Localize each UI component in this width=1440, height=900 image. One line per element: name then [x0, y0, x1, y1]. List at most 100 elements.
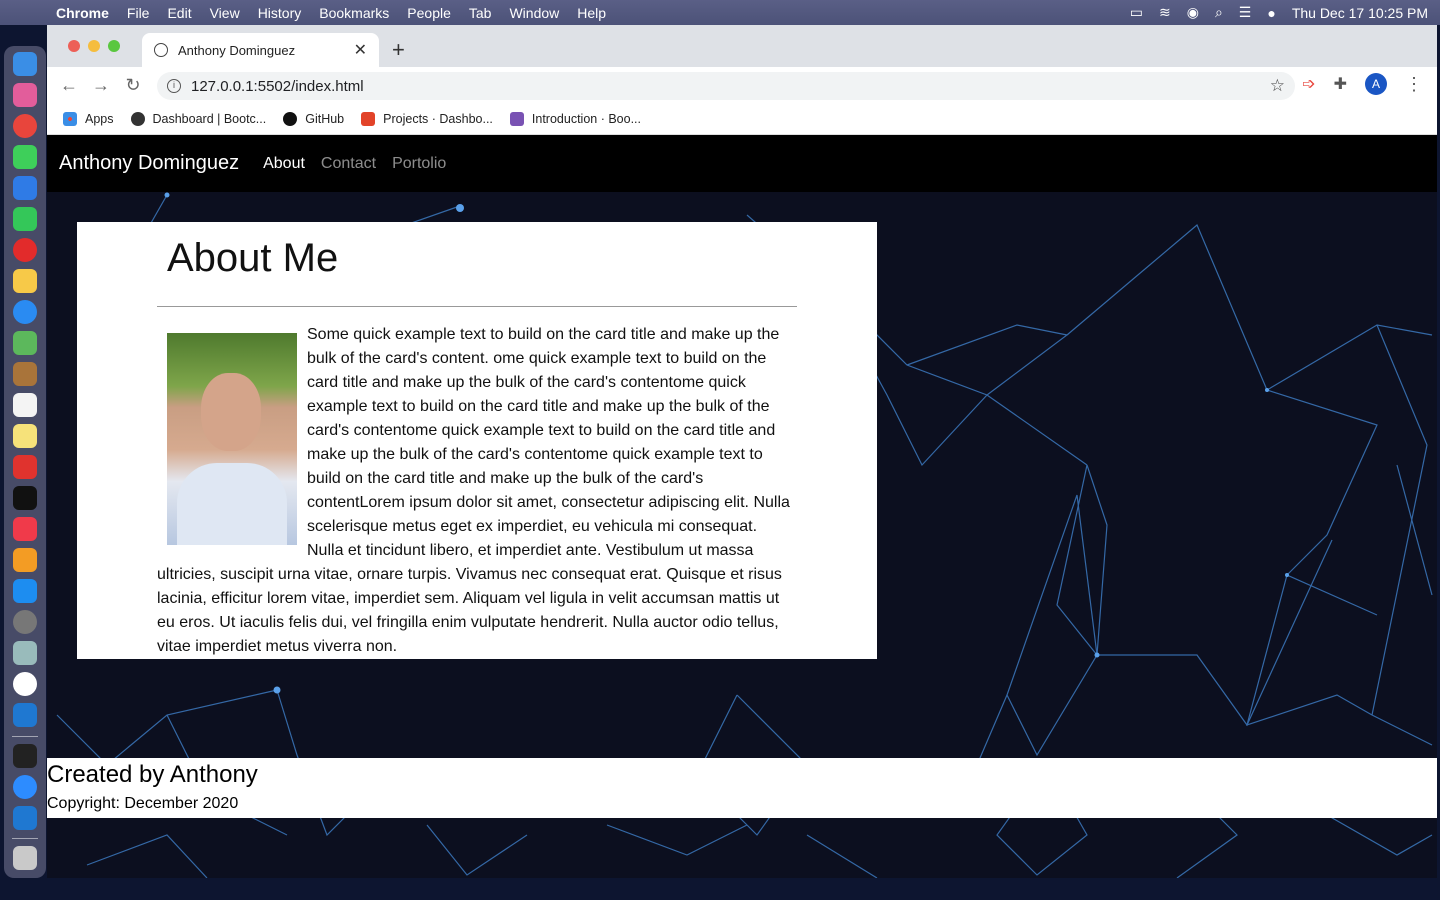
profile-photo	[167, 333, 297, 545]
photo-face	[201, 373, 261, 451]
terminal-icon[interactable]	[13, 744, 37, 768]
maps-icon[interactable]	[13, 331, 37, 355]
tab-strip: Anthony Dominguez ✕ +	[47, 25, 1437, 67]
close-tab-icon[interactable]: ✕	[354, 40, 367, 60]
globe-icon	[154, 43, 168, 57]
extension-icon[interactable]: ➩	[1302, 74, 1315, 94]
apps-grid-icon	[63, 111, 77, 126]
photos-icon[interactable]	[13, 269, 37, 293]
menu-file[interactable]: File	[127, 5, 150, 21]
bookmark-label: Dashboard | Bootc...	[152, 111, 267, 126]
trash-icon[interactable]	[13, 846, 37, 870]
bootstrap-icon	[509, 111, 524, 126]
nav-about[interactable]: About	[263, 155, 305, 173]
zoom-icon[interactable]	[13, 775, 37, 799]
extensions-puzzle-icon[interactable]: ✚	[1334, 74, 1347, 94]
menu-help[interactable]: Help	[577, 5, 606, 21]
tab-title: Anthony Dominguez	[178, 42, 296, 58]
youtube-icon[interactable]	[13, 238, 37, 262]
new-tab-button[interactable]: +	[392, 37, 405, 63]
web-page: Anthony Dominguez About Contact Portolio…	[47, 135, 1437, 878]
about-heading: About Me	[167, 236, 339, 280]
menu-tab[interactable]: Tab	[469, 5, 492, 21]
news-icon[interactable]	[13, 517, 37, 541]
siri-icon[interactable]: ●	[1267, 5, 1275, 21]
close-window-button[interactable]	[68, 40, 80, 52]
battery-icon[interactable]: ▭	[1130, 4, 1143, 21]
bookmark-star-icon[interactable]: ☆	[1270, 76, 1285, 96]
slack-icon[interactable]	[13, 672, 37, 696]
site-footer: Created by Anthony Copyright: December 2…	[47, 758, 1437, 818]
divider	[157, 306, 797, 307]
contacts-icon[interactable]	[13, 362, 37, 386]
vscode-window-icon[interactable]	[13, 806, 37, 830]
site-navbar: Anthony Dominguez About Contact Portolio	[47, 135, 1437, 192]
finder-icon[interactable]	[13, 52, 37, 76]
messages-icon[interactable]	[13, 145, 37, 169]
menu-app-name[interactable]: Chrome	[56, 5, 109, 21]
search-icon[interactable]: ⌕	[1215, 4, 1223, 21]
bookmark-label: Apps	[85, 111, 114, 126]
site-info-icon[interactable]: i	[167, 79, 181, 93]
menu-history[interactable]: History	[258, 5, 302, 21]
menu-edit[interactable]: Edit	[167, 5, 191, 21]
wifi-icon[interactable]: ≋	[1159, 4, 1171, 21]
preview-icon[interactable]	[13, 641, 37, 665]
bootcamp-icon	[130, 111, 145, 126]
menu-people[interactable]: People	[407, 5, 451, 21]
dock-separator	[12, 838, 38, 839]
zoom-window-button[interactable]	[108, 40, 120, 52]
minimize-window-button[interactable]	[88, 40, 100, 52]
navbar-brand[interactable]: Anthony Dominguez	[59, 152, 239, 175]
facetime-icon[interactable]	[13, 207, 37, 231]
macos-menubar: Chrome File Edit View History Bookmarks …	[0, 0, 1440, 25]
menu-view[interactable]: View	[210, 5, 240, 21]
bookmark-label: Introduction · Boo...	[531, 111, 641, 126]
calendar-icon[interactable]	[13, 393, 37, 417]
nav-portfolio[interactable]: Portolio	[392, 155, 446, 173]
system-preferences-icon[interactable]	[13, 610, 37, 634]
menu-bookmarks[interactable]: Bookmarks	[319, 5, 389, 21]
nav-contact[interactable]: Contact	[321, 155, 376, 173]
apple-tv-icon[interactable]	[13, 486, 37, 510]
bookmarks-bar: Apps Dashboard | Bootc... GitHub Project…	[47, 103, 1437, 135]
about-content: Some quick example text to build on the …	[157, 323, 797, 659]
address-bar[interactable]: i 127.0.0.1:5502/index.html ☆	[157, 72, 1295, 100]
tab-active[interactable]: Anthony Dominguez ✕	[142, 33, 379, 67]
profile-avatar[interactable]: A	[1365, 73, 1387, 95]
bookmark-gitlab-projects[interactable]: Projects · Dashbo...	[361, 111, 493, 126]
bookmark-github[interactable]: GitHub	[283, 111, 345, 126]
vscode-icon[interactable]	[13, 703, 37, 727]
reload-button[interactable]: ↻	[117, 75, 149, 96]
notes-icon[interactable]	[13, 424, 37, 448]
photo-shirt	[177, 463, 287, 545]
chrome-menu-icon[interactable]: ⋮	[1405, 74, 1423, 95]
bookmark-bootstrap-intro[interactable]: Introduction · Boo...	[509, 111, 641, 126]
browser-window: Anthony Dominguez ✕ + ← → ↻ i 127.0.0.1:…	[47, 25, 1437, 878]
dock	[4, 46, 46, 878]
safari-icon[interactable]	[13, 300, 37, 324]
mail-icon[interactable]	[13, 176, 37, 200]
control-center-icon[interactable]: ☰	[1239, 4, 1252, 21]
menubar-clock[interactable]: Thu Dec 17 10:25 PM	[1292, 5, 1428, 21]
bookmark-label: GitHub	[305, 111, 345, 126]
pdf-icon[interactable]	[13, 455, 37, 479]
browser-toolbar: ← → ↻ i 127.0.0.1:5502/index.html ☆ ➩ ✚ …	[47, 67, 1437, 103]
menu-window[interactable]: Window	[509, 5, 559, 21]
app-store-icon[interactable]	[13, 579, 37, 603]
user-icon[interactable]: ◉	[1187, 4, 1199, 21]
chrome-icon[interactable]	[13, 114, 37, 138]
forward-button[interactable]: →	[85, 75, 117, 96]
bookmark-label: Projects · Dashbo...	[383, 111, 493, 126]
dock-separator	[12, 736, 38, 737]
books-icon[interactable]	[13, 548, 37, 572]
footer-copyright: Copyright: December 2020	[47, 795, 239, 812]
back-button[interactable]: ←	[53, 75, 85, 96]
footer-title: Created by Anthony	[47, 761, 258, 788]
gitlab-icon	[361, 111, 376, 126]
launchpad-icon[interactable]	[13, 83, 37, 107]
url-text[interactable]: 127.0.0.1:5502/index.html	[191, 78, 364, 95]
about-card: About Me Some quick example text to buil…	[77, 222, 877, 659]
bookmark-apps[interactable]: Apps	[63, 111, 114, 126]
bookmark-dashboard[interactable]: Dashboard | Bootc...	[130, 111, 267, 126]
